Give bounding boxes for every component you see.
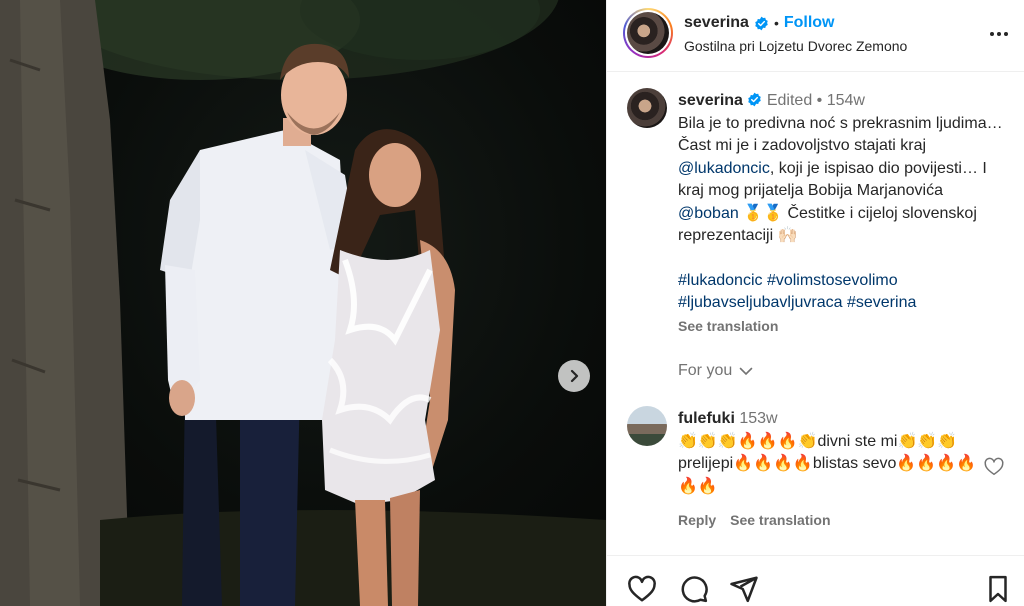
comment-bubble-icon[interactable] — [679, 574, 709, 604]
reply-button[interactable]: Reply — [678, 512, 716, 528]
comment-age[interactable]: 153w — [739, 410, 777, 427]
commenter-avatar[interactable] — [627, 406, 667, 446]
caption-age[interactable]: 154w — [827, 92, 865, 109]
next-photo-button[interactable] — [558, 360, 590, 392]
hashtag-line[interactable]: #lukadoncic #volimstosevolimo — [678, 270, 1008, 293]
chevron-down-icon — [739, 367, 753, 376]
author-avatar[interactable] — [623, 8, 673, 58]
like-heart-icon[interactable] — [627, 574, 657, 604]
caption-username[interactable]: severina — [678, 92, 743, 109]
comment-item: fulefuki 153w 👏👏👏🔥🔥🔥👏divni ste mi👏👏👏prel… — [678, 408, 978, 498]
post-caption: severina Edited • 154w Bila je to prediv… — [678, 90, 1008, 337]
post-header: severina • Follow Gostilna pri Lojzetu D… — [607, 0, 1024, 72]
verified-badge-icon — [755, 16, 768, 30]
see-translation-link[interactable]: See translation — [730, 512, 830, 528]
comment-text: 👏👏👏🔥🔥🔥👏divni ste mi👏👏👏prelijepi🔥🔥🔥🔥blist… — [678, 432, 977, 495]
like-comment-heart-icon[interactable] — [983, 456, 1005, 478]
see-translation-link[interactable]: See translation — [678, 315, 1008, 338]
chevron-right-icon — [570, 369, 579, 383]
post-photo — [0, 0, 606, 606]
mention-link[interactable]: @boban — [678, 205, 739, 222]
commenter-username[interactable]: fulefuki — [678, 410, 735, 427]
separator-dot: • — [773, 15, 779, 31]
more-horizontal-icon — [990, 32, 1008, 36]
post-side-panel: severina • Follow Gostilna pri Lojzetu D… — [606, 0, 1024, 606]
edited-label: Edited — [766, 92, 813, 109]
comment-actions: Reply See translation — [678, 512, 831, 528]
separator-dot: • — [816, 92, 823, 109]
verified-badge-icon — [748, 92, 762, 107]
mention-link[interactable]: @lukadoncic — [678, 160, 770, 177]
caption-avatar[interactable] — [627, 88, 667, 128]
caption-text: Bila je to predivna noć s prekrasnim lju… — [678, 113, 1008, 248]
more-options-button[interactable] — [987, 22, 1011, 46]
follow-button[interactable]: Follow — [784, 14, 835, 32]
post-location[interactable]: Gostilna pri Lojzetu Dvorec Zemono — [684, 38, 907, 54]
author-line: severina • Follow — [684, 14, 835, 32]
post-action-bar — [607, 555, 1024, 606]
for-you-toggle[interactable]: For you — [678, 362, 754, 380]
save-bookmark-icon[interactable] — [983, 574, 1013, 604]
for-you-label: For you — [678, 362, 733, 379]
caption-text-part: Bila je to predivna noć s prekrasnim lju… — [678, 114, 1003, 155]
author-username[interactable]: severina — [684, 14, 749, 32]
post-media[interactable] — [0, 0, 606, 606]
hashtag-line[interactable]: #ljubavseljubavljuvraca #severina — [678, 292, 1008, 315]
share-send-icon[interactable] — [729, 574, 759, 604]
